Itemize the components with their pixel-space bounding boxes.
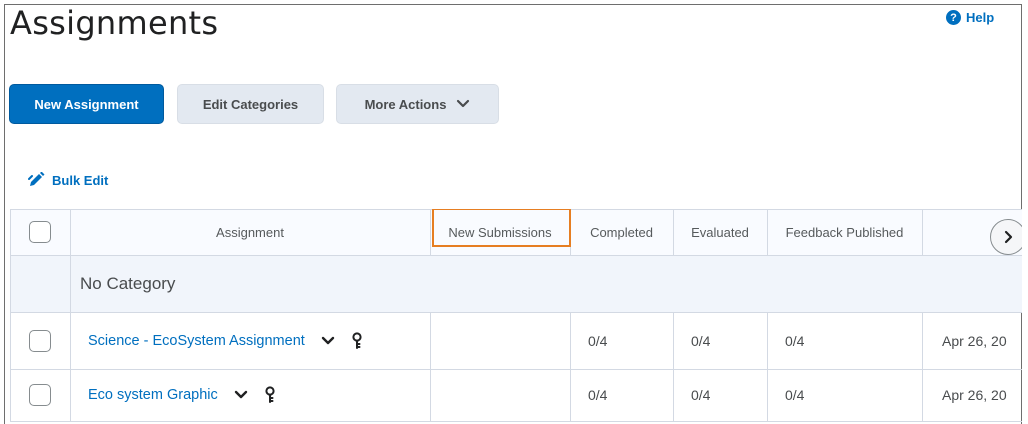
key-icon (265, 386, 275, 403)
pencil-icon (28, 172, 45, 186)
date-cell: Apr 26, 20 (942, 332, 1007, 349)
edit-categories-button[interactable]: Edit Categories (177, 84, 324, 124)
feedback-cell: 0/4 (785, 332, 805, 349)
chevron-right-icon (1004, 230, 1013, 244)
completed-cell: 0/4 (588, 332, 608, 349)
assignment-name-cell: Eco system Graphic (70, 369, 430, 421)
category-label: No Category (80, 273, 176, 293)
select-all-checkbox[interactable] (29, 221, 51, 243)
evaluated-cell: 0/4 (691, 387, 711, 403)
col-header-assignment[interactable]: Assignment (70, 209, 430, 255)
bulk-edit-label: Bulk Edit (52, 172, 109, 188)
new-submissions-cell (430, 312, 570, 369)
table-row (10, 312, 70, 369)
bulk-edit-link[interactable]: Bulk Edit (28, 172, 108, 188)
assignment-link[interactable]: Eco system Graphic (88, 387, 218, 403)
assignment-name-cell: Science - EcoSystem Assignment (70, 312, 430, 369)
more-actions-label: More Actions (364, 96, 447, 112)
row-checkbox[interactable] (29, 384, 51, 406)
help-link[interactable]: ? Help (946, 10, 994, 25)
col-header-feedback-published[interactable]: Feedback Published (767, 209, 922, 255)
table-row (10, 369, 70, 421)
select-all-cell (10, 209, 70, 255)
new-submissions-cell (430, 369, 570, 421)
chevron-down-icon (457, 99, 470, 108)
assignment-link[interactable]: Science - EcoSystem Assignment (88, 333, 305, 349)
page-title: Assignments (10, 4, 219, 42)
assignments-table: Assignment New Submissions Completed Eva… (10, 209, 1022, 422)
more-actions-button[interactable]: More Actions (336, 84, 499, 124)
key-icon (352, 331, 362, 349)
col-header-completed[interactable]: Completed (570, 209, 673, 255)
col-divider (922, 209, 923, 255)
chevron-down-icon[interactable] (234, 390, 248, 400)
chevron-down-icon[interactable] (321, 336, 335, 346)
new-assignment-button[interactable]: New Assignment (9, 84, 164, 124)
scroll-right-button[interactable] (990, 219, 1022, 255)
completed-cell: 0/4 (588, 387, 608, 403)
col-header-evaluated[interactable]: Evaluated (673, 209, 767, 255)
feedback-cell: 0/4 (785, 387, 805, 403)
date-cell: Apr 26, 20 (942, 387, 1007, 403)
help-label: Help (966, 10, 995, 25)
row-checkbox[interactable] (29, 329, 51, 352)
evaluated-cell: 0/4 (691, 332, 711, 349)
help-icon: ? (946, 10, 961, 25)
new-submissions-highlight (432, 209, 571, 247)
